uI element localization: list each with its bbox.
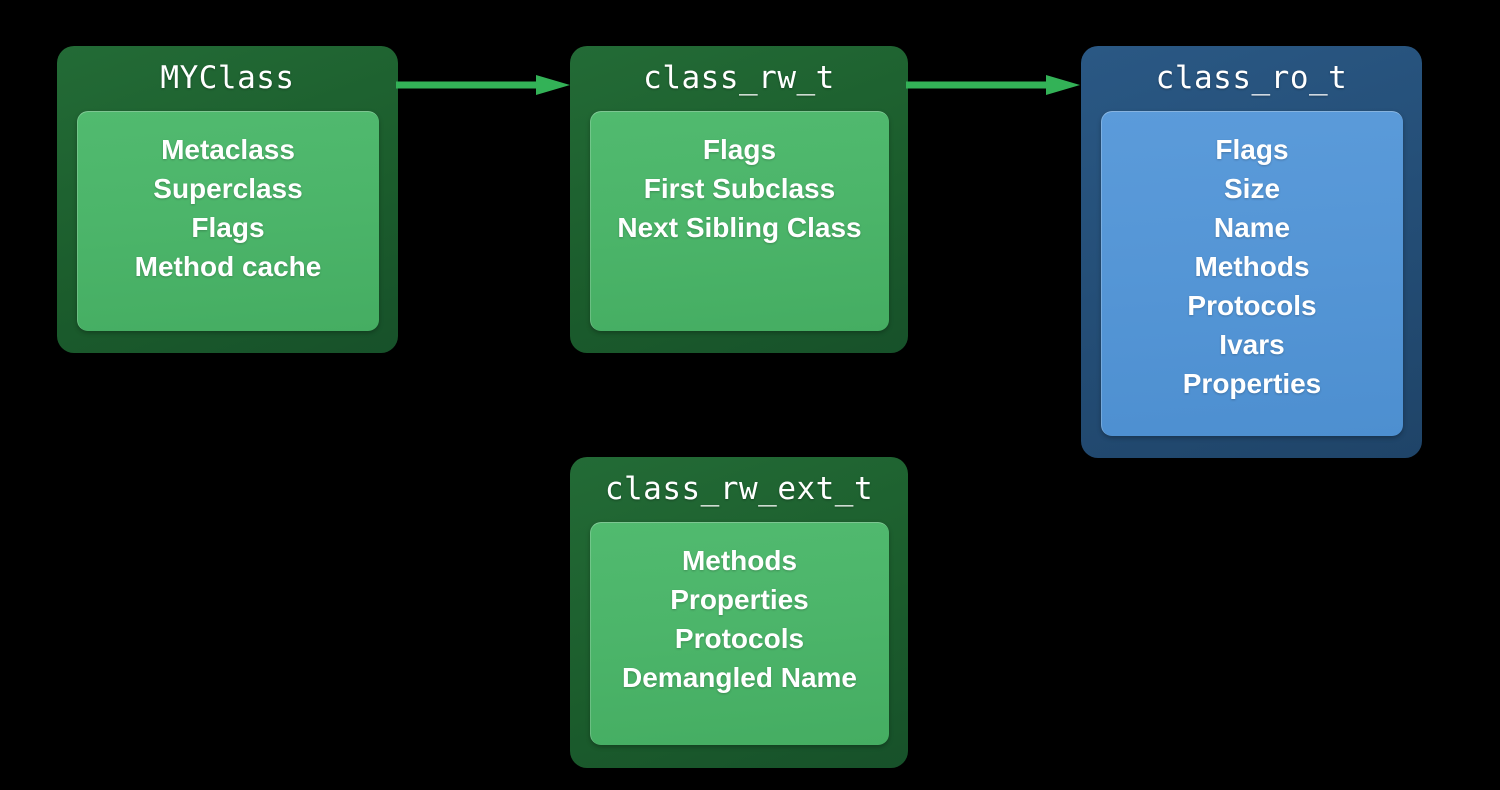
diagram-canvas: MYClass Metaclass Superclass Flags Metho… <box>0 0 1500 790</box>
arrow-right-icon-myclass-to-class-rw-t <box>396 75 570 95</box>
field-superclass: Superclass <box>153 173 303 204</box>
field-next-sibling-class: Next Sibling Class <box>617 212 862 243</box>
field-methods: Methods <box>681 545 798 576</box>
field-flags: Flags <box>1215 134 1289 165</box>
node-myclass[interactable]: MYClass Metaclass Superclass Flags Metho… <box>57 46 398 353</box>
field-properties: Properties <box>1182 368 1322 399</box>
field-methods: Methods <box>1194 251 1310 282</box>
node-class-rw-t-fields: Flags First Subclass Next Sibling Class <box>589 111 889 331</box>
node-class-ro-t[interactable]: class_ro_t Flags Size Name Methods Proto… <box>1081 46 1422 458</box>
field-name: Name <box>1213 212 1291 243</box>
field-demangled-name: Demangled Name <box>622 662 857 693</box>
field-flags: Flags <box>702 134 777 165</box>
field-protocols: Protocols <box>674 623 805 654</box>
node-class-ro-t-fields: Flags Size Name Methods Protocols Ivars … <box>1100 111 1403 436</box>
field-metaclass: Metaclass <box>161 134 295 165</box>
node-class-rw-t-title: class_rw_t <box>643 60 835 96</box>
arrow-right-icon-class-rw-t-to-class-ro-t <box>906 75 1080 95</box>
node-class-ro-t-title: class_ro_t <box>1155 60 1348 96</box>
field-first-subclass: First Subclass <box>643 173 836 204</box>
node-myclass-fields: Metaclass Superclass Flags Method cache <box>76 111 379 331</box>
field-size: Size <box>1223 173 1281 204</box>
node-class-rw-ext-t-title: class_rw_ext_t <box>604 471 874 507</box>
field-flags: Flags <box>191 212 265 243</box>
node-class-rw-ext-t[interactable]: class_rw_ext_t Methods Properties Protoc… <box>570 457 908 768</box>
node-myclass-title: MYClass <box>160 60 295 96</box>
node-class-rw-t[interactable]: class_rw_t Flags First Subclass Next Sib… <box>570 46 908 353</box>
field-protocols: Protocols <box>1187 290 1317 321</box>
node-class-rw-ext-t-fields: Methods Properties Protocols Demangled N… <box>589 522 889 745</box>
field-ivars: Ivars <box>1219 329 1285 360</box>
field-method-cache: Method cache <box>134 251 322 282</box>
field-properties: Properties <box>670 584 809 615</box>
